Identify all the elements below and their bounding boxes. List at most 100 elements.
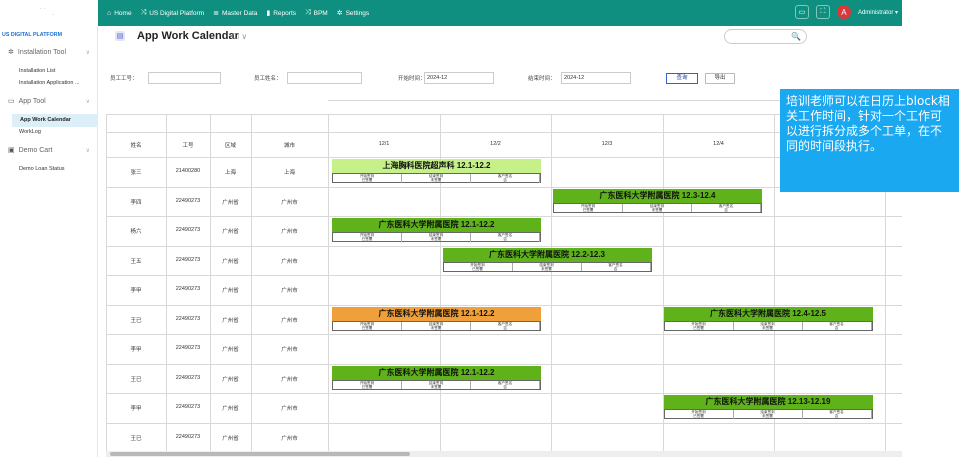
table-cell: 李甲 <box>130 288 142 294</box>
logo: · · · <box>0 0 98 26</box>
table-cell: 广州市 <box>281 347 298 353</box>
table-cell: 21400280 <box>175 168 201 174</box>
grid-line <box>328 114 329 457</box>
grid-line <box>106 245 902 247</box>
nav-item-us-digital-platform[interactable]: ⤨ US Digital Platform <box>141 9 205 17</box>
nav-item-reports[interactable]: ▮ Reports <box>266 9 296 18</box>
table-cell: 广州市 <box>281 229 298 235</box>
nav-item-settings[interactable]: ✲ Settings <box>336 9 370 18</box>
date-header[interactable]: 12/4 <box>663 141 774 147</box>
date-header[interactable]: 12/1 <box>328 141 440 147</box>
start-time-label: 开始时间： <box>398 76 426 82</box>
work-block-title: 广东医科大学附属医院 12.13-12.19 <box>663 395 873 409</box>
table-cell: 王已 <box>130 435 142 442</box>
sidebar-item-installation-application-[interactable]: Installation Application ... <box>19 80 80 86</box>
chevron-down-icon: ∨ <box>85 49 90 56</box>
work-block[interactable]: 广东医科大学附属医院 12.1-12.2 开始签到 结束签到 客户签名 已签署 未签署否 <box>332 365 541 390</box>
home-icon: ⌂ <box>107 9 112 17</box>
work-block-details: 开始签到 结束签到 客户签名 已签署 未签署否 <box>663 320 873 331</box>
database-icon: ≣ <box>213 10 219 17</box>
grid-line <box>106 422 902 424</box>
employee-no-input[interactable] <box>148 72 221 84</box>
work-block-field: 未签署 <box>402 178 471 183</box>
nav-item-bpm[interactable]: ⤨ BPM <box>305 9 328 17</box>
sidebar-group-demo-cart[interactable]: ▣ Demo Cart ∨ <box>8 146 94 155</box>
employee-no-label: 员工工号： <box>110 76 138 82</box>
grid-line <box>106 393 902 394</box>
chevron-down-icon: ∨ <box>85 98 90 105</box>
top-navigation: ⌂ Home ⤨ US Digital Platform ≣ Master Data ▮ Re… <box>98 0 902 26</box>
end-time-input[interactable]: 2024-12 <box>561 72 631 84</box>
chevron-down-icon: ∨ <box>85 147 90 154</box>
nav-item-home[interactable]: ⌂ Home <box>107 10 132 17</box>
table-cell: 上海 <box>283 170 295 176</box>
work-block[interactable]: 广东医科大学附属医院 12.2-12.3 开始签到 结束签到 客户签名 已签署 未签署否 <box>442 247 652 272</box>
grid-line <box>106 304 902 306</box>
query-button[interactable]: 查询 <box>666 73 698 84</box>
work-block-field: 已签署 <box>665 325 734 331</box>
date-header[interactable]: 12/2 <box>440 141 551 147</box>
search-input[interactable]: 🔍 <box>724 29 807 44</box>
table-cell: 上海 <box>224 170 236 176</box>
work-block-field: 已签署 <box>333 178 402 183</box>
start-time-input[interactable]: 2024-12 <box>424 72 494 84</box>
cart-icon: ▣ <box>8 147 15 154</box>
grid-line <box>106 334 902 335</box>
work-block[interactable]: 广东医科大学附属医院 12.13-12.19 开始签到 结束签到 客户签名 已签署 未签署… <box>663 395 873 419</box>
work-block-field: 已签署 <box>444 266 513 272</box>
work-block-title: 广东医科大学附属医院 12.2-12.3 <box>442 247 652 262</box>
column-header: 姓名 <box>130 143 142 149</box>
work-block[interactable]: 广东医科大学附属医院 12.1-12.2 开始签到 结束签到 客户签名 已签署 未签署否 <box>332 306 541 331</box>
work-block-title: 广东医科大学附属医院 12.1-12.2 <box>332 218 541 232</box>
monitor-icon: ▭ <box>8 98 15 105</box>
table-cell: 广州市 <box>281 406 298 412</box>
table-cell: 广州省 <box>222 435 239 442</box>
employee-name-input[interactable] <box>287 72 362 84</box>
chart-icon: ▮ <box>266 10 271 17</box>
work-block-title: 广东医科大学附属医院 12.4-12.5 <box>663 306 873 321</box>
nav-item-label: Settings <box>345 9 370 17</box>
sidebar-item-installation-list[interactable]: Installation List <box>19 68 55 74</box>
table-cell: 22490273 <box>175 315 201 322</box>
sidebar: US DIGITAL PLATFORM ✲ Installation Tool ∨ I… <box>0 26 98 457</box>
sidebar-group-installation-tool[interactable]: ✲ Installation Tool ∨ <box>8 48 94 57</box>
nav-item-label: Reports <box>273 9 296 17</box>
table-cell: 李甲 <box>130 347 142 353</box>
bookmark-icon[interactable]: ☐ ∨ <box>232 32 247 41</box>
work-block[interactable]: 广东医科大学附属医院 12.4-12.5 开始签到 结束签到 客户签名 已签署 未签署否 <box>663 306 873 331</box>
id-card-icon[interactable]: ▭ <box>794 5 809 19</box>
work-block-details: 开始签到 结束签到 客户签名 已签署 未签署否 <box>332 232 541 242</box>
table-cell: 22490273 <box>175 197 201 204</box>
table-cell: 广州省 <box>222 199 239 206</box>
sidebar-item-worklog[interactable]: WorkLog <box>19 129 41 135</box>
sidebar-group-app-tool[interactable]: ▭ App Tool ∨ <box>8 97 94 106</box>
brand-label: US DIGITAL PLATFORM <box>2 32 63 38</box>
nav-item-master-data[interactable]: ≣ Master Data <box>213 9 257 18</box>
work-block-field: 已签署 <box>333 384 402 390</box>
export-button[interactable]: 导出 <box>705 73 735 84</box>
sidebar-item-demo-loan-status[interactable]: Demo Loan Status <box>19 166 65 172</box>
scrollbar-thumb[interactable] <box>110 452 410 456</box>
grid-line <box>106 216 902 217</box>
sidebar-item-app-work-calendar[interactable]: App Work Calendar <box>12 114 98 127</box>
work-block-field: 未签署 <box>402 325 471 331</box>
work-block-details: 开始签到 结束签到 客户签名 已签署 未签署否 <box>332 320 541 331</box>
search-icon[interactable]: 🔍 <box>791 32 801 41</box>
fullscreen-icon[interactable]: ⛶ <box>815 5 830 19</box>
work-block[interactable]: 广东医科大学附属医院 12.3-12.4 开始签到 结束签到 客户签名 已签署 未签署否 <box>553 188 762 213</box>
work-block-field: 否 <box>471 325 540 331</box>
work-block-title: 广东医科大学附属医院 12.1-12.2 <box>332 306 541 321</box>
work-block-title: 上海胸科医院超声科 12.1-12.2 <box>332 159 541 173</box>
table-cell: 李四 <box>130 199 142 206</box>
work-block[interactable]: 上海胸科医院超声科 12.1-12.2 开始签到 结束签到 客户签名 已签署 未签署否 <box>332 159 541 183</box>
user-menu[interactable]: Administrator ▾ <box>858 9 898 16</box>
table-cell: 广州市 <box>281 288 298 294</box>
avatar[interactable]: A <box>836 5 851 19</box>
table-cell: 广州省 <box>222 258 239 265</box>
work-block-field: 否 <box>471 237 540 242</box>
table-cell: 杨六 <box>130 229 142 235</box>
gear-icon: ✲ <box>336 10 343 17</box>
work-block[interactable]: 广东医科大学附属医院 12.1-12.2 开始签到 结束签到 客户签名 已签署 未签署否 <box>332 218 541 242</box>
date-header[interactable]: 12/3 <box>551 141 663 147</box>
column-header: 工号 <box>182 143 194 149</box>
